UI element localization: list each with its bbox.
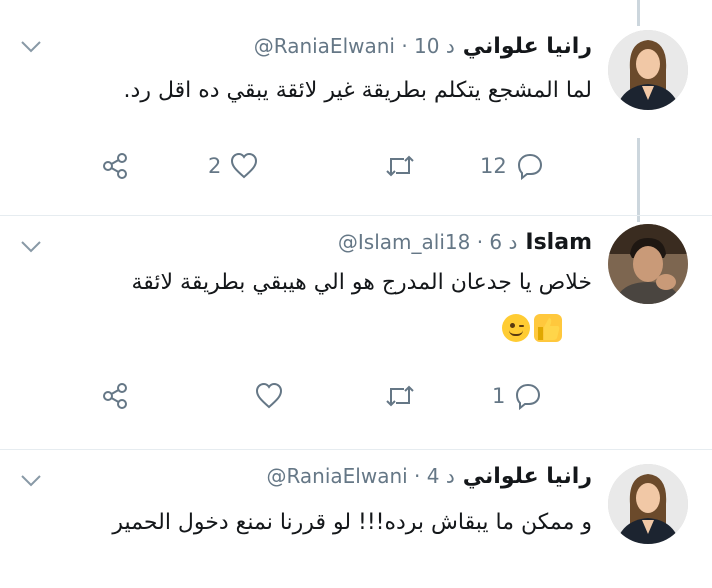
tweet-actions: 1 <box>0 378 712 414</box>
reply-icon <box>516 383 541 411</box>
emoji-row <box>502 314 562 342</box>
share-icon <box>103 153 127 179</box>
retweet-button[interactable] <box>384 378 416 414</box>
chevron-down-icon[interactable] <box>20 40 42 54</box>
display-name[interactable]: رانيا علواني <box>463 464 592 489</box>
chevron-down-icon[interactable] <box>20 474 42 488</box>
reply-count: 1 <box>492 384 506 408</box>
tweet[interactable]: رانيا علواني @RaniaElwani · 10 د لما الم… <box>0 0 712 216</box>
tweet[interactable]: رانيا علواني @RaniaElwani · 4 د و ممكن م… <box>0 450 712 588</box>
retweet-button[interactable] <box>384 148 416 184</box>
tweet-text: خلاص يا جدعان المدرج هو الي هيبقي بطريقة… <box>131 270 592 295</box>
share-icon <box>103 383 127 409</box>
heart-icon <box>231 152 258 179</box>
display-name[interactable]: Islam <box>525 230 592 255</box>
tweet-header: رانيا علواني @RaniaElwani · 4 د <box>266 464 592 489</box>
tweet-text: و ممكن ما يبقاش برده!!! لو قررنا نمنع دخ… <box>112 510 592 535</box>
share-button[interactable] <box>100 378 130 414</box>
tweet-header: Islam @Islam_ali18 · 6 د <box>338 230 592 255</box>
tweet-actions: 2 12 <box>0 148 712 184</box>
avatar[interactable] <box>608 224 688 304</box>
retweet-icon <box>386 385 414 407</box>
handle-and-time[interactable]: @RaniaElwani · 10 د <box>254 34 455 58</box>
reply-button[interactable]: 1 <box>492 378 543 414</box>
display-name[interactable]: رانيا علواني <box>463 34 592 59</box>
retweet-icon <box>386 155 414 177</box>
reply-icon <box>517 153 542 181</box>
tweet-text: لما المشجع يتكلم بطريقة غير لائقة يبقي د… <box>123 78 592 103</box>
chevron-down-icon[interactable] <box>20 240 42 254</box>
reply-button[interactable]: 12 <box>480 148 545 184</box>
tweet[interactable]: Islam @Islam_ali18 · 6 د خلاص يا جدعان ا… <box>0 216 712 450</box>
avatar[interactable] <box>608 464 688 544</box>
avatar[interactable] <box>608 30 688 110</box>
winking-face-icon <box>502 314 530 342</box>
handle-and-time[interactable]: @RaniaElwani · 4 د <box>266 464 454 488</box>
like-count: 2 <box>208 154 222 178</box>
thumbs-up-icon <box>534 314 562 342</box>
like-button[interactable]: 2 <box>208 148 259 184</box>
tweet-header: رانيا علواني @RaniaElwani · 10 د <box>254 34 592 59</box>
reply-count: 12 <box>480 154 507 178</box>
like-button[interactable] <box>246 378 284 414</box>
handle-and-time[interactable]: @Islam_ali18 · 6 د <box>338 230 518 254</box>
share-button[interactable] <box>100 148 130 184</box>
heart-icon <box>255 382 283 409</box>
